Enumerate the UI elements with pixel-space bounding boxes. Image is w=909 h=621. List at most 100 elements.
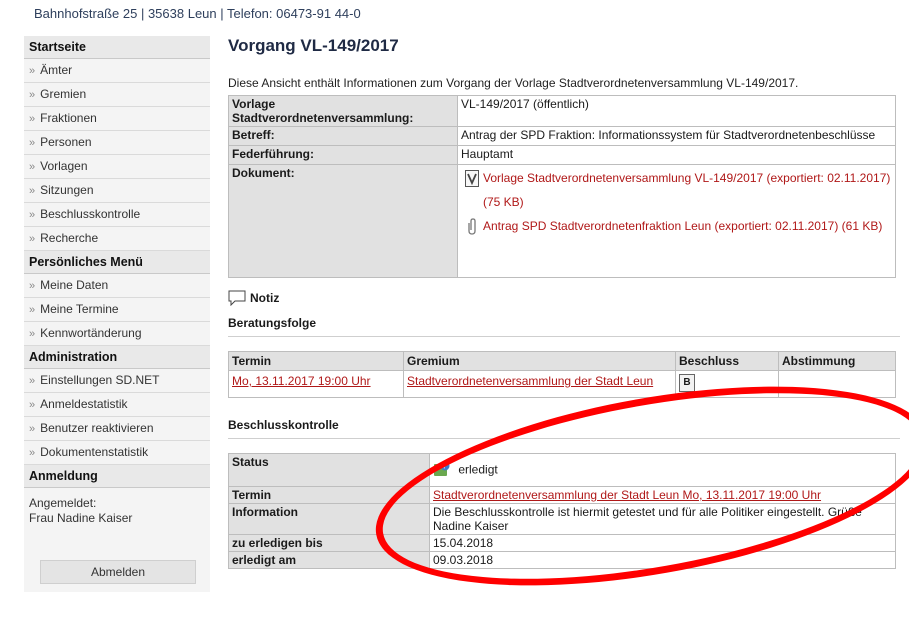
beschlusskontrolle-title: Beschlusskontrolle — [228, 418, 339, 432]
bullet-icon: » — [29, 375, 36, 387]
sidebar-item-label: Ämter — [40, 63, 73, 77]
information-value: Die Beschlusskontrolle ist hiermit getes… — [429, 503, 896, 535]
bullet-icon: » — [29, 447, 36, 459]
bullet-icon: » — [29, 137, 36, 149]
zu-erledigen-value: 15.04.2018 — [429, 534, 896, 552]
sidebar-item-label: Recherche — [40, 231, 99, 245]
col-abstimmung: Abstimmung — [778, 351, 896, 371]
col-termin: Termin — [228, 351, 404, 371]
speech-bubble-icon — [228, 290, 246, 306]
col-beschluss: Beschluss — [675, 351, 779, 371]
document-vorlage-text: Vorlage Stadtverordnetenversammlung VL-1… — [483, 171, 891, 209]
document-link-vorlage[interactable]: Vorlage Stadtverordnetenversammlung VL-1… — [461, 166, 892, 214]
beratung-gremium-link[interactable]: Stadtverordnetenversammlung der Stadt Le… — [407, 374, 653, 388]
logged-in-label: Angemeldet: — [29, 496, 97, 510]
beratung-termin-link[interactable]: Mo, 13.11.2017 19:00 Uhr — [232, 374, 371, 388]
page-title: Vorgang VL-149/2017 — [228, 36, 399, 55]
status-cell: i erledigt — [429, 453, 896, 487]
sidebar-item-2[interactable]: » Fraktionen — [24, 107, 210, 131]
svg-text:i: i — [443, 462, 445, 470]
sidebar-item-label: Anmeldestatistik — [40, 397, 128, 411]
sidebar-head-personal: Persönliches Menü — [24, 251, 210, 274]
sidebar-item-admin-0[interactable]: » Einstellungen SD.NET — [24, 369, 210, 393]
dokument-label: Dokument: — [228, 164, 458, 278]
erledigt-am-value: 09.03.2018 — [429, 551, 896, 569]
sidebar-item-admin-2[interactable]: » Benutzer reaktivieren — [24, 417, 210, 441]
sidebar-item-4[interactable]: » Vorlagen — [24, 155, 210, 179]
sidebar-startseite[interactable]: Startseite — [24, 36, 210, 59]
bullet-icon: » — [29, 89, 36, 101]
table-row: Mo, 13.11.2017 19:00 Uhr Stadtverordnete… — [228, 370, 896, 398]
logout-button[interactable]: Abmelden — [40, 560, 196, 584]
sidebar-item-label: Personen — [40, 135, 92, 149]
beschluss-document-icon[interactable]: B — [679, 374, 695, 392]
sidebar-item-personal-1[interactable]: » Meine Termine — [24, 298, 210, 322]
sidebar-item-label: Vorlagen — [40, 159, 88, 173]
bullet-icon: » — [29, 113, 36, 125]
divider — [228, 336, 900, 337]
bullet-icon: » — [29, 304, 36, 316]
vorgang-info-table: Vorlage Stadtverordnetenversammlung: VL-… — [228, 95, 896, 278]
bullet-icon: » — [29, 399, 36, 411]
betreff-value: Antrag der SPD Fraktion: Informationssys… — [457, 126, 896, 146]
paperclip-icon — [461, 214, 483, 235]
zu-erledigen-label: zu erledigen bis — [228, 534, 430, 552]
sidebar-item-label: Meine Daten — [40, 278, 109, 292]
bullet-icon: » — [29, 280, 36, 292]
beschlusskontrolle-table: Status i erledigt Termin Stadtverordnete… — [228, 453, 896, 569]
kontrolle-termin-link[interactable]: Stadtverordnetenversammlung der Stadt Le… — [433, 488, 821, 502]
sidebar-head-login: Anmeldung — [24, 465, 210, 488]
notiz-link[interactable]: Notiz — [228, 290, 900, 306]
sidebar-item-label: Fraktionen — [40, 111, 97, 125]
notiz-label: Notiz — [250, 291, 280, 305]
bullet-icon: » — [29, 185, 36, 197]
bullet-icon: » — [29, 233, 36, 245]
sidebar-item-admin-3[interactable]: » Dokumentenstatistik — [24, 441, 210, 465]
sidebar-item-label: Benutzer reaktivieren — [40, 421, 154, 435]
login-box: Angemeldet: Frau Nadine Kaiser Abmelden — [24, 488, 210, 592]
sidebar-item-label: Dokumentenstatistik — [40, 445, 149, 459]
sidebar-item-7[interactable]: » Recherche — [24, 227, 210, 251]
sidebar-nav: Startseite » Ämter » Gremien » Fraktionen » Per… — [24, 36, 210, 592]
sidebar-item-personal-0[interactable]: » Meine Daten — [24, 274, 210, 298]
sidebar-item-6[interactable]: » Beschlusskontrolle — [24, 203, 210, 227]
sidebar-item-label: Gremien — [40, 87, 87, 101]
termin-label: Termin — [228, 486, 430, 504]
beratungsfolge-table: Termin Gremium Beschluss Abstimmung Mo, … — [228, 351, 896, 398]
federfuehrung-label: Federführung: — [228, 145, 458, 165]
sidebar-item-label: Kennwortänderung — [40, 326, 142, 340]
document-antrag-text: Antrag SPD Stadtverordnetenfraktion Leun… — [483, 219, 883, 233]
bullet-icon: » — [29, 65, 36, 77]
abstimmung-cell — [778, 370, 896, 398]
col-gremium: Gremium — [403, 351, 676, 371]
bullet-icon: » — [29, 328, 36, 340]
erledigt-am-label: erledigt am — [228, 551, 430, 569]
sidebar-item-label: Sitzungen — [40, 183, 94, 197]
information-label: Information — [228, 503, 430, 535]
vorlage-label: Vorlage Stadtverordnetenversammlung: — [228, 95, 458, 127]
divider — [228, 438, 900, 439]
sidebar-item-3[interactable]: » Personen — [24, 131, 210, 155]
sidebar-item-admin-1[interactable]: » Anmeldestatistik — [24, 393, 210, 417]
bullet-icon: » — [29, 209, 36, 221]
status-done-icon: i — [433, 461, 451, 480]
sidebar-item-5[interactable]: » Sitzungen — [24, 179, 210, 203]
logged-in-user: Frau Nadine Kaiser — [29, 511, 133, 525]
vorlage-value: VL-149/2017 (öffentlich) — [457, 95, 896, 127]
beratungsfolge-title: Beratungsfolge — [228, 316, 317, 330]
status-value: erledigt — [458, 462, 498, 477]
sidebar-item-1[interactable]: » Gremien — [24, 83, 210, 107]
sidebar-item-0[interactable]: » Ämter — [24, 59, 210, 83]
bullet-icon: » — [29, 161, 36, 173]
sidebar-item-label: Meine Termine — [40, 302, 119, 316]
status-label: Status — [228, 453, 430, 487]
document-link-antrag[interactable]: Antrag SPD Stadtverordnetenfraktion Leun… — [461, 214, 892, 238]
intro-text: Diese Ansicht enthält Informationen zum … — [228, 76, 799, 90]
dokument-cell: Vorlage Stadtverordnetenversammlung VL-1… — [457, 164, 896, 278]
sidebar-item-label: Einstellungen SD.NET — [40, 373, 160, 387]
betreff-label: Betreff: — [228, 126, 458, 146]
sidebar-item-label: Beschlusskontrolle — [40, 207, 141, 221]
document-v-icon — [461, 166, 483, 187]
header-address: Bahnhofstraße 25 | 35638 Leun | Telefon:… — [34, 6, 361, 21]
sidebar-item-personal-2[interactable]: » Kennwortänderung — [24, 322, 210, 346]
